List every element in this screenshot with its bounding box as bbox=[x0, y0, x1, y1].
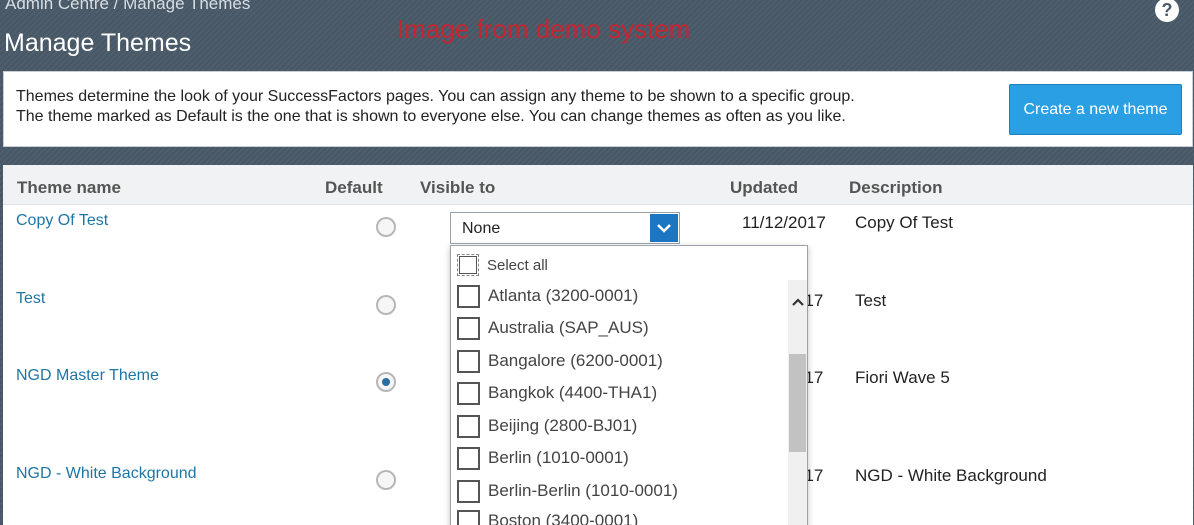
theme-name-link[interactable]: Test bbox=[16, 290, 45, 308]
column-header-description[interactable]: Description bbox=[849, 178, 943, 198]
option-item[interactable]: Boston (3400-0001) bbox=[457, 508, 638, 525]
intro-text: Themes determine the look of your Succes… bbox=[16, 87, 855, 127]
theme-name-link[interactable]: NGD - White Background bbox=[16, 465, 197, 483]
watermark-text: Image from demo system bbox=[397, 14, 691, 44]
visible-to-dropdown[interactable]: Select all Atlanta (3200-0001) Australia… bbox=[450, 245, 808, 525]
column-header-default[interactable]: Default bbox=[325, 178, 383, 198]
default-radio[interactable] bbox=[376, 217, 396, 237]
default-radio[interactable] bbox=[376, 295, 396, 315]
option-item[interactable]: Atlanta (3200-0001) bbox=[457, 283, 638, 309]
checkbox[interactable] bbox=[457, 284, 480, 308]
default-radio-selected[interactable] bbox=[376, 372, 396, 392]
create-new-theme-button[interactable]: Create a new theme bbox=[1009, 84, 1182, 135]
default-radio[interactable] bbox=[376, 470, 396, 490]
checkbox[interactable] bbox=[457, 381, 480, 405]
breadcrumb[interactable]: Admin Centre / Manage Themes bbox=[5, 0, 250, 14]
select-value: None bbox=[462, 220, 501, 237]
checkbox[interactable] bbox=[457, 479, 480, 503]
theme-description: NGD - White Background bbox=[855, 466, 1047, 485]
theme-description: Copy Of Test bbox=[855, 213, 953, 232]
option-select-all[interactable]: Select all bbox=[457, 252, 548, 278]
chevron-down-icon[interactable] bbox=[650, 214, 678, 242]
option-item[interactable]: Bangkok (4400-THA1) bbox=[457, 380, 657, 406]
option-label: Select all bbox=[487, 256, 548, 274]
column-header-updated[interactable]: Updated bbox=[730, 178, 798, 198]
option-label: Bangkok (4400-THA1) bbox=[488, 383, 658, 402]
theme-description: Fiori Wave 5 bbox=[855, 368, 950, 387]
option-item[interactable]: Berlin (1010-0001) bbox=[457, 445, 629, 471]
checkbox[interactable] bbox=[457, 254, 479, 276]
themes-table: Theme name Default Visible to Updated De… bbox=[3, 165, 1193, 525]
theme-name-link[interactable]: NGD Master Theme bbox=[16, 367, 159, 385]
chevron-up-icon[interactable] bbox=[788, 292, 807, 312]
option-label: Beijing (2800-BJ01) bbox=[488, 416, 638, 435]
option-item[interactable]: Bangalore (6200-0001) bbox=[457, 348, 663, 374]
option-label: Boston (3400-0001) bbox=[488, 511, 639, 525]
checkbox[interactable] bbox=[457, 414, 480, 438]
option-item[interactable]: Beijing (2800-BJ01) bbox=[457, 413, 637, 439]
option-label: Atlanta (3200-0001) bbox=[488, 286, 639, 305]
option-label: Berlin (1010-0001) bbox=[488, 448, 629, 467]
column-header-visible-to[interactable]: Visible to bbox=[420, 178, 495, 198]
option-item[interactable]: Australia (SAP_AUS) bbox=[457, 315, 649, 341]
option-label: Bangalore (6200-0001) bbox=[488, 351, 663, 370]
checkbox[interactable] bbox=[457, 316, 480, 340]
page-title: Manage Themes bbox=[4, 29, 192, 57]
intro-panel: Themes determine the look of your Succes… bbox=[3, 71, 1193, 147]
column-header-theme-name[interactable]: Theme name bbox=[17, 178, 121, 198]
dropdown-scrollbar[interactable] bbox=[788, 280, 807, 525]
option-label: Australia (SAP_AUS) bbox=[488, 318, 649, 337]
option-label: Berlin-Berlin (1010-0001) bbox=[488, 481, 678, 500]
visible-to-select[interactable]: None bbox=[450, 212, 680, 244]
checkbox[interactable] bbox=[457, 509, 480, 525]
checkbox[interactable] bbox=[457, 349, 480, 373]
intro-line-1: Themes determine the look of your Succes… bbox=[16, 88, 855, 105]
theme-name-link[interactable]: Copy Of Test bbox=[16, 212, 108, 230]
intro-line-2: The theme marked as Default is the one t… bbox=[16, 108, 846, 125]
scrollbar-thumb[interactable] bbox=[789, 354, 806, 452]
theme-description: Test bbox=[855, 291, 887, 310]
checkbox[interactable] bbox=[457, 446, 480, 470]
updated-date: 11/12/2017 bbox=[742, 213, 826, 232]
option-item[interactable]: Berlin-Berlin (1010-0001) bbox=[457, 478, 678, 504]
table-header: Theme name Default Visible to Updated De… bbox=[3, 165, 1193, 205]
